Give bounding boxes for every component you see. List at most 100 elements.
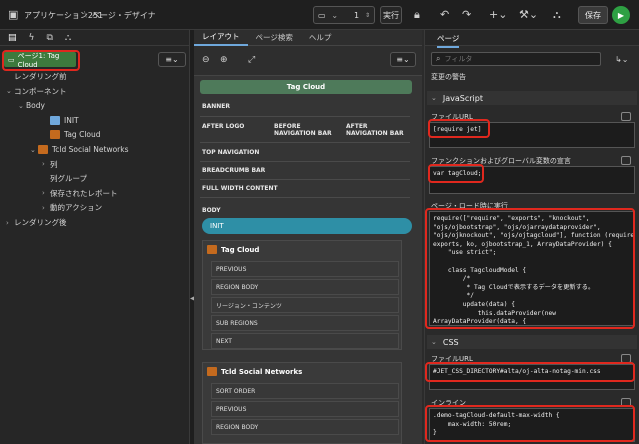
execute-on-load-field[interactable]: require(["require", "exports", "knockout… (429, 211, 635, 326)
code-region-icon (207, 245, 217, 254)
page-title-bar[interactable]: Tag Cloud (200, 80, 412, 94)
filter-box[interactable]: ⌕ (431, 52, 601, 66)
zone-banner[interactable]: BANNER (202, 103, 230, 110)
file-url-field[interactable]: [require jet] (429, 122, 635, 148)
tree-item[interactable]: Tag Cloud (42, 128, 101, 141)
zone-top-nav[interactable]: TOP NAVIGATION (202, 149, 259, 156)
javascript-section-header[interactable]: ⌄ JavaScript (427, 91, 637, 105)
expand-editor-icon[interactable] (621, 156, 631, 165)
tree-item[interactable]: レンダリング前 (6, 70, 67, 83)
zone-after-nav[interactable]: AFTER NAVIGATION BAR (346, 123, 406, 137)
css-file-url-field[interactable]: #JET_CSS_DIRECTORY#alta/oj-alta-notag-mi… (429, 364, 635, 390)
zone-before-nav[interactable]: BEFORE NAVIGATION BAR (274, 123, 334, 137)
sub-region-slot[interactable]: SORT ORDER (211, 383, 399, 399)
tree-item[interactable]: › 保存されたレポート (42, 187, 118, 200)
zone-after-logo[interactable]: AFTER LOGO (202, 123, 244, 130)
page-number: 1 (353, 10, 360, 20)
tree-item-label: INIT (64, 115, 79, 125)
page-node-badge[interactable]: ▭ ページ1: Tag Cloud (4, 51, 76, 69)
chevron-right-icon[interactable]: › (42, 160, 50, 168)
tag-cloud-region[interactable]: Tag Cloud PREVIOUS REGION BODY リージョン・コンテンツ… (202, 240, 402, 350)
tree-item-label: レンダリング前 (14, 72, 67, 81)
zone-full-width[interactable]: FULL WIDTH CONTENT (202, 185, 278, 192)
init-region[interactable]: INIT (202, 218, 412, 234)
zone-breadcrumb-bar[interactable]: BREADCRUMB BAR (202, 167, 265, 174)
function-declaration-field[interactable]: var tagCloud; (429, 166, 635, 194)
save-button[interactable]: 保存 (578, 6, 608, 24)
chevron-right-icon[interactable]: › (42, 204, 50, 212)
sub-region-slot[interactable]: リージョン・コンテンツ (211, 297, 399, 313)
table-region-icon (207, 367, 217, 376)
stepper-icon[interactable]: ⇕ (365, 12, 370, 19)
run-play-icon[interactable]: ▶ (612, 6, 630, 24)
tree-item[interactable]: ⌄ Tcld Social Networks (30, 143, 129, 156)
javascript-section-title: JavaScript (442, 93, 483, 103)
tree-item[interactable]: › レンダリング後 (6, 216, 67, 229)
sub-region-slot[interactable]: REGION BODY (211, 279, 399, 295)
processing-tab-icon[interactable]: ⧉ (46, 33, 52, 43)
lock-icon[interactable]: 🔒︎ (414, 8, 420, 22)
expand-icon[interactable]: ⤢ (248, 55, 255, 65)
zone-divider (200, 197, 410, 198)
expand-editor-icon[interactable] (621, 398, 631, 407)
middle-tab-strip: レイアウト ページ検索 ヘルプ (194, 30, 422, 46)
right-tab-strip: ページ (425, 30, 639, 48)
redo-icon[interactable]: ↷ (462, 8, 471, 21)
layout-toolbar: ⊖ ⊕ ⤢ ≡⌄ (194, 46, 422, 76)
utilities-icon[interactable]: ⚒⌄ (519, 8, 538, 21)
expand-editor-icon[interactable] (621, 112, 631, 121)
sub-region-slot[interactable]: PREVIOUS (211, 401, 399, 417)
social-region-header: Tcld Social Networks (207, 367, 302, 376)
chevron-down-icon[interactable]: ⌄ (30, 146, 38, 154)
tree-item[interactable]: INIT (42, 114, 79, 127)
shared-components-tab-icon[interactable]: ⛬ (65, 33, 71, 43)
tab-page-search[interactable]: ページ検索 (248, 30, 301, 46)
zoom-out-icon[interactable]: ⊖ (202, 55, 210, 65)
undo-icon[interactable]: ↶ (440, 8, 449, 21)
tab-page[interactable]: ページ (437, 33, 460, 48)
home-icon[interactable]: ▣ (8, 8, 18, 21)
zone-body[interactable]: BODY (202, 207, 221, 214)
filter-input[interactable] (444, 55, 585, 63)
run-page-button[interactable]: 実行 (380, 6, 402, 24)
social-networks-region[interactable]: Tcld Social Networks SORT ORDER PREVIOUS R… (202, 362, 402, 444)
shared-components-icon[interactable]: ⛬ (553, 8, 561, 22)
dynamic-actions-tab-icon[interactable]: ϟ (29, 33, 35, 43)
layout-menu-button[interactable]: ≡⌄ (390, 52, 416, 67)
social-region-title: Tcld Social Networks (221, 367, 303, 376)
tree-menu-button[interactable]: ≡⌄ (158, 52, 186, 67)
tab-help[interactable]: ヘルプ (301, 30, 340, 46)
tree-item[interactable]: 列グループ (42, 172, 87, 185)
sub-region-slot[interactable]: REGION BODY (211, 419, 399, 435)
search-icon: ⌕ (436, 54, 441, 63)
code-region-icon (50, 130, 60, 140)
sub-region-slot[interactable]: NEXT (211, 333, 399, 349)
css-file-url-label: ファイルURL (431, 355, 473, 363)
zone-divider (200, 142, 410, 143)
add-menu-icon[interactable]: +⌄ (489, 8, 507, 21)
zoom-in-icon[interactable]: ⊕ (220, 55, 228, 65)
sub-region-slot[interactable]: PREVIOUS (211, 261, 399, 277)
sub-region-slot[interactable]: SUB REGIONS (211, 315, 399, 331)
zone-divider (200, 179, 410, 180)
tree-item[interactable]: › 列 (42, 158, 58, 171)
page-selector[interactable]: ▭ ⌄ 1 ⇕ (313, 6, 375, 24)
page-icon: ▭ (318, 10, 326, 20)
chevron-right-icon[interactable]: › (6, 219, 14, 227)
tab-layout[interactable]: レイアウト (194, 30, 248, 46)
inline-css-field[interactable]: .demo-tagCloud-default-max-width { max-w… (429, 408, 635, 442)
property-editor-panel: ページ ⌕ ↳⌄ 変更の警告 ⌄ JavaScript ファイルURL [req… (424, 30, 639, 444)
expand-editor-icon[interactable] (621, 354, 631, 363)
chevron-right-icon[interactable]: › (42, 189, 50, 197)
chevron-down-icon[interactable]: ⌄ (18, 102, 26, 110)
chevron-down-icon[interactable]: ⌄ (6, 87, 14, 95)
page-node-label: ページ1: Tag Cloud (17, 51, 60, 69)
tree-item[interactable]: ⌄ Body (18, 99, 45, 112)
tree-item-label: 保存されたレポート (50, 188, 118, 198)
rendering-tab-icon[interactable]: ▤ (8, 33, 17, 43)
layout-panel: レイアウト ページ検索 ヘルプ ⊖ ⊕ ⤢ ≡⌄ Tag Cloud BANNE… (194, 30, 422, 444)
css-section-header[interactable]: ⌄ CSS (427, 335, 637, 349)
tree-item[interactable]: › 動的アクション (42, 201, 102, 214)
tree-item[interactable]: ⌄ コンポーネント (6, 85, 67, 98)
go-to-group-icon[interactable]: ↳⌄ (615, 55, 628, 64)
